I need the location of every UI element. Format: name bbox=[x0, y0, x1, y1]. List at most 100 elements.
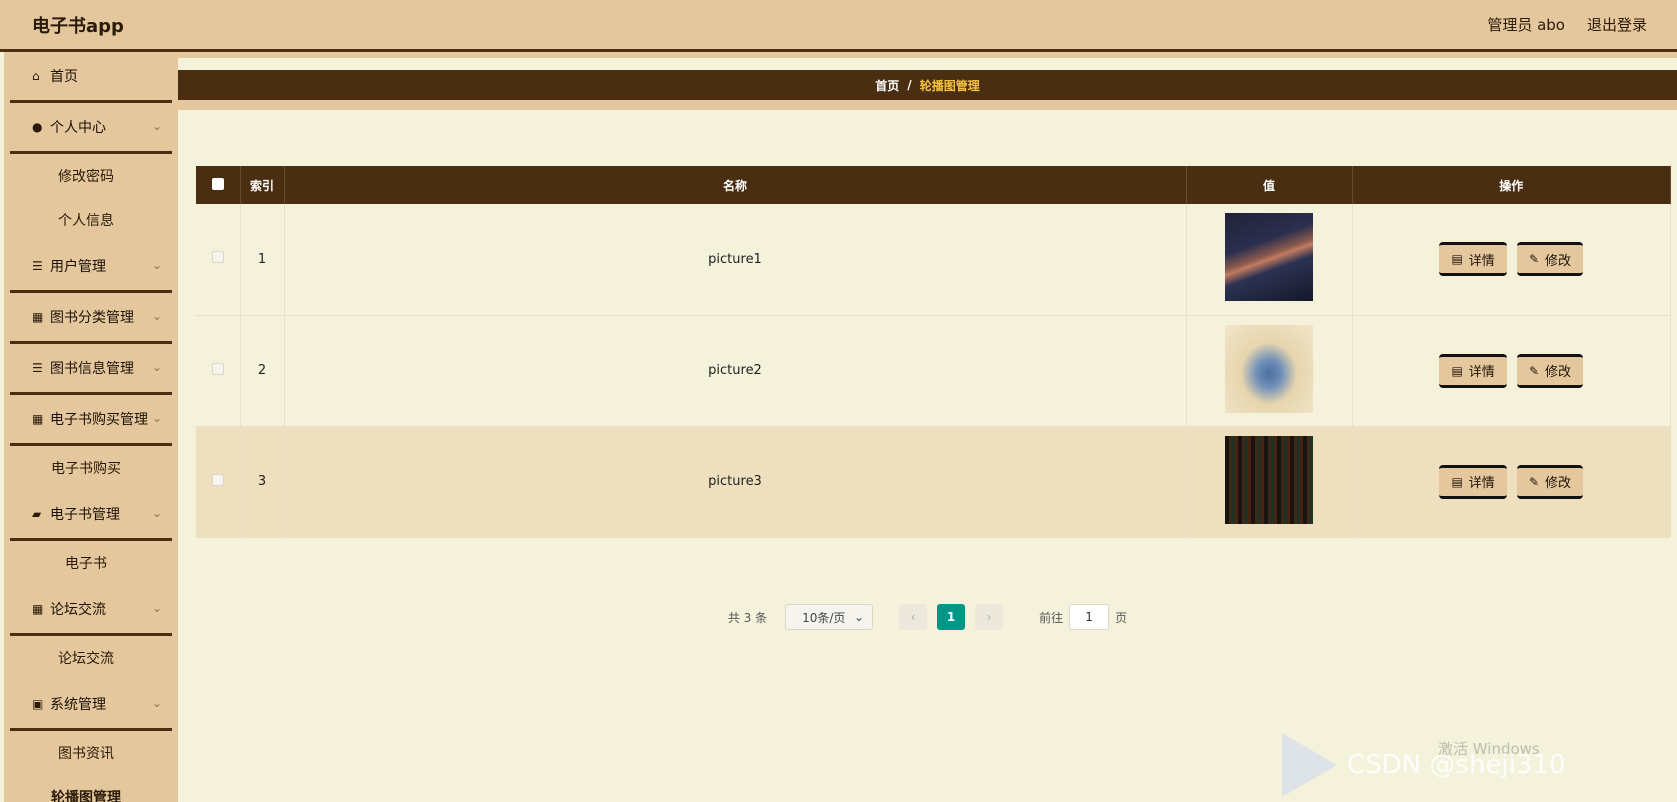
row-checkbox[interactable] bbox=[211, 251, 224, 264]
goto-page-input[interactable] bbox=[1069, 604, 1110, 630]
carousel-image-thumbnail[interactable] bbox=[1225, 435, 1313, 524]
sidebar-item-label: 图书分类管理 bbox=[50, 310, 134, 326]
sidebar-subitem-change-password[interactable]: 修改密码 bbox=[4, 154, 178, 198]
breadcrumb-home[interactable]: 首页 bbox=[875, 77, 899, 94]
wallet-icon: ▰ bbox=[32, 507, 42, 521]
select-all-checkbox[interactable] bbox=[211, 177, 224, 190]
sidebar-item-label: 论坛交流 bbox=[50, 602, 106, 618]
row-checkbox[interactable] bbox=[211, 473, 224, 486]
pagination: 共 3 条 10条/页 ⌄ ‹ 1 › 前往 页 bbox=[178, 604, 1677, 630]
row-checkbox-cell bbox=[196, 426, 241, 538]
column-header-actions: 操作 bbox=[1352, 166, 1671, 204]
row-actions: ▤ 详情 ✎ 修改 bbox=[1352, 315, 1671, 427]
edit-icon: ✎ bbox=[1528, 474, 1540, 489]
sidebar-item-system-mgmt[interactable]: ▣ 系统管理 ⌄ bbox=[10, 680, 172, 731]
sidebar-subitem-forum[interactable]: 论坛交流 bbox=[4, 636, 178, 680]
chevron-down-icon: ⌄ bbox=[151, 506, 162, 520]
row-checkbox[interactable] bbox=[211, 362, 224, 375]
sidebar-item-book-category-mgmt[interactable]: ▦ 图书分类管理 ⌄ bbox=[10, 293, 172, 344]
sidebar-item-label: 电子书购买管理 bbox=[50, 412, 148, 428]
chevron-down-icon: ⌄ bbox=[854, 610, 865, 624]
row-value-cell bbox=[1186, 315, 1353, 427]
goto-label: 前往 bbox=[1039, 610, 1064, 625]
sidebar-item-label: 个人中心 bbox=[50, 120, 106, 136]
document-icon: ▤ bbox=[1451, 474, 1463, 489]
sidebar-subitem-ebook-purchase[interactable]: 电子书购买 bbox=[4, 446, 178, 490]
chevron-down-icon: ⌄ bbox=[151, 360, 162, 374]
top-header: 电子书app 管理员 abo 退出登录 bbox=[0, 0, 1677, 52]
chevron-down-icon: ⌄ bbox=[151, 119, 162, 133]
sidebar-subitem-personal-info[interactable]: 个人信息 bbox=[4, 198, 178, 242]
detail-button[interactable]: ▤ 详情 bbox=[1439, 464, 1507, 499]
sidebar-item-user-mgmt[interactable]: ☰ 用户管理 ⌄ bbox=[10, 242, 172, 293]
row-name: picture3 bbox=[284, 426, 1187, 538]
page-size-value: 10条/页 bbox=[802, 610, 846, 625]
edit-button[interactable]: ✎ 修改 bbox=[1516, 464, 1584, 499]
edit-button[interactable]: ✎ 修改 bbox=[1516, 242, 1584, 277]
carousel-image-thumbnail[interactable] bbox=[1225, 324, 1313, 413]
row-checkbox-cell bbox=[196, 204, 241, 316]
detail-button[interactable]: ▤ 详情 bbox=[1439, 353, 1507, 388]
chevron-left-icon: ‹ bbox=[910, 610, 916, 624]
edit-button-label: 修改 bbox=[1545, 253, 1572, 269]
column-header-name: 名称 bbox=[284, 166, 1187, 204]
sidebar-subitem-ebook[interactable]: 电子书 bbox=[4, 541, 178, 585]
sidebar-item-home[interactable]: ⌂ 首页 bbox=[10, 52, 172, 103]
sidebar-item-personal-center[interactable]: ● 个人中心 ⌄ bbox=[10, 103, 172, 154]
app-title: 电子书app bbox=[32, 15, 124, 37]
edit-button[interactable]: ✎ 修改 bbox=[1516, 353, 1584, 388]
chevron-down-icon: ⌄ bbox=[151, 601, 162, 615]
sidebar-subitem-book-news[interactable]: 图书资讯 bbox=[4, 731, 178, 775]
edit-icon: ✎ bbox=[1528, 252, 1540, 267]
detail-button-label: 详情 bbox=[1468, 365, 1495, 380]
row-name: picture1 bbox=[284, 204, 1187, 316]
select-all-header bbox=[196, 166, 241, 204]
sidebar-item-label: 用户管理 bbox=[50, 259, 106, 275]
breadcrumb-separator: / bbox=[907, 78, 912, 92]
chevron-down-icon: ⌄ bbox=[151, 309, 162, 323]
top-strip bbox=[178, 52, 1677, 58]
row-value-cell bbox=[1186, 204, 1353, 316]
breadcrumb-current: 轮播图管理 bbox=[919, 78, 980, 93]
carousel-image-thumbnail[interactable] bbox=[1225, 213, 1313, 302]
row-index: 2 bbox=[240, 315, 285, 427]
play-logo-icon bbox=[1282, 733, 1337, 797]
table-row: 2 picture2 ▤ 详情 ✎ 修改 bbox=[196, 315, 1671, 427]
watermark-text: CSDN @sheji310 bbox=[1347, 750, 1566, 780]
clipboard-icon: ▣ bbox=[32, 697, 44, 711]
sidebar-item-label: 电子书管理 bbox=[50, 507, 120, 523]
main-content: 首页 / 轮播图管理 索引 名称 值 操作 1 picture1 ▤ 详情 ✎ … bbox=[178, 52, 1677, 802]
sidebar-item-book-info-mgmt[interactable]: ☰ 图书信息管理 ⌄ bbox=[10, 344, 172, 395]
row-value-cell bbox=[1186, 426, 1353, 538]
admin-user-label[interactable]: 管理员 abo bbox=[1487, 14, 1565, 35]
sidebar: ⌂ 首页 ● 个人中心 ⌄ 修改密码 个人信息 ☰ 用户管理 ⌄ ▦ 图书分类管… bbox=[0, 52, 178, 802]
sidebar-item-ebook-purchase-mgmt[interactable]: ▦ 电子书购买管理 ⌄ bbox=[10, 395, 172, 446]
document-icon: ▤ bbox=[1451, 363, 1463, 378]
row-actions: ▤ 详情 ✎ 修改 bbox=[1352, 204, 1671, 316]
row-actions: ▤ 详情 ✎ 修改 bbox=[1352, 426, 1671, 538]
sidebar-item-ebook-mgmt[interactable]: ▰ 电子书管理 ⌄ bbox=[10, 490, 172, 541]
carousel-table: 索引 名称 值 操作 1 picture1 ▤ 详情 ✎ 修改 2 pictur… bbox=[196, 166, 1671, 538]
chevron-down-icon: ⌄ bbox=[151, 258, 162, 272]
user-icon: ● bbox=[32, 120, 43, 134]
next-page-button[interactable]: › bbox=[975, 604, 1004, 630]
breadcrumb: 首页 / 轮播图管理 bbox=[178, 70, 1677, 110]
page-jump: 前往 页 bbox=[1039, 604, 1127, 630]
detail-button[interactable]: ▤ 详情 bbox=[1439, 242, 1507, 277]
sidebar-subitem-carousel-mgmt[interactable]: 轮播图管理 bbox=[4, 775, 178, 802]
page-size-select[interactable]: 10条/页 ⌄ bbox=[785, 604, 874, 630]
prev-page-button[interactable]: ‹ bbox=[899, 604, 928, 630]
detail-button-label: 详情 bbox=[1468, 253, 1495, 269]
chevron-right-icon: › bbox=[986, 610, 992, 624]
row-name: picture2 bbox=[284, 315, 1187, 427]
column-header-index: 索引 bbox=[240, 166, 285, 204]
sidebar-item-label: 首页 bbox=[50, 69, 78, 85]
page-number-current[interactable]: 1 bbox=[937, 604, 966, 630]
row-index: 1 bbox=[240, 204, 285, 316]
chevron-down-icon: ⌄ bbox=[151, 411, 162, 425]
header-actions: 管理员 abo 退出登录 bbox=[1487, 14, 1647, 35]
watermark: CSDN @sheji310 bbox=[1282, 730, 1672, 800]
logout-link[interactable]: 退出登录 bbox=[1587, 14, 1647, 35]
row-checkbox-cell bbox=[196, 315, 241, 427]
sidebar-item-forum[interactable]: ▦ 论坛交流 ⌄ bbox=[10, 585, 172, 636]
